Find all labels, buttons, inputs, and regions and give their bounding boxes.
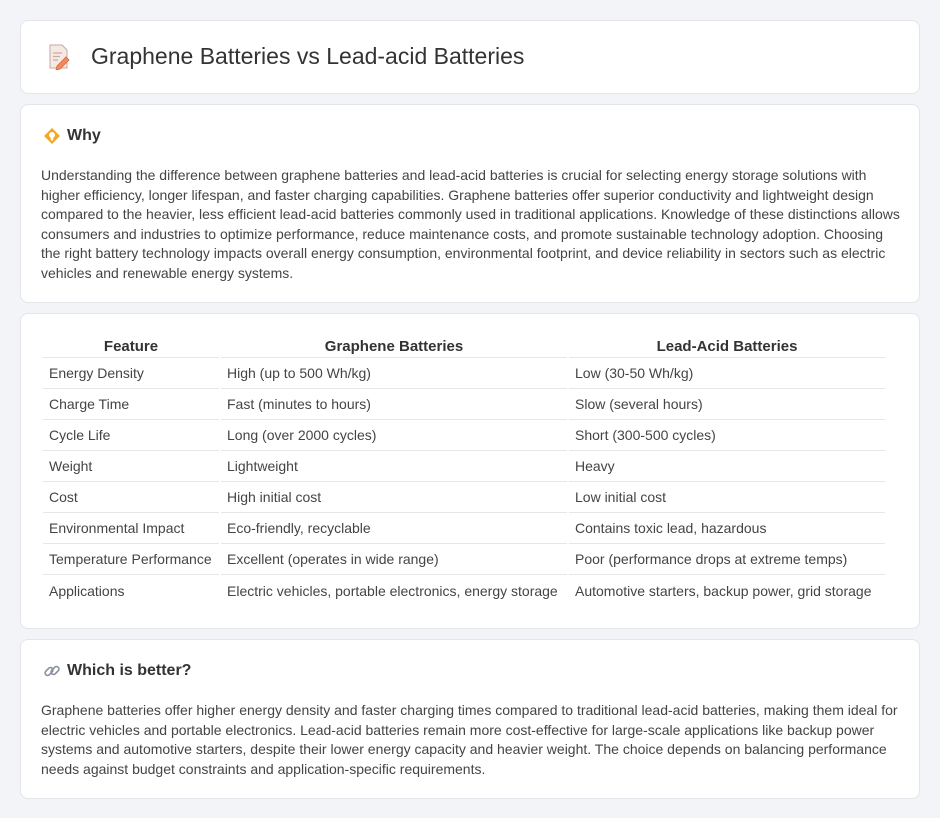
table-row: Applications Electric vehicles, portable… <box>43 575 885 606</box>
table-row: Charge Time Fast (minutes to hours) Slow… <box>43 389 885 420</box>
cell-lead-acid: Slow (several hours) <box>569 389 885 420</box>
cell-feature: Weight <box>43 451 219 482</box>
cell-lead-acid: Low initial cost <box>569 482 885 513</box>
cell-graphene: Fast (minutes to hours) <box>221 389 567 420</box>
better-heading-row: Which is better? <box>43 662 191 680</box>
which-is-better-section: Which is better? Graphene batteries offe… <box>20 639 920 799</box>
cell-graphene: High initial cost <box>221 482 567 513</box>
cell-graphene: Eco-friendly, recyclable <box>221 513 567 544</box>
cell-lead-acid: Poor (performance drops at extreme temps… <box>569 544 885 575</box>
why-title: Why <box>67 127 101 144</box>
table-row: Weight Lightweight Heavy <box>43 451 885 482</box>
why-section: Why Understanding the difference between… <box>20 104 920 303</box>
cell-feature: Energy Density <box>43 358 219 389</box>
cell-lead-acid: Automotive starters, backup power, grid … <box>575 582 872 599</box>
cell-lead-acid: Low (30-50 Wh/kg) <box>569 358 885 389</box>
title-card: Graphene Batteries vs Lead-acid Batterie… <box>20 20 920 94</box>
comparison-table-card: Feature Graphene Batteries Lead-Acid Bat… <box>20 313 920 629</box>
table-row: Environmental Impact Eco-friendly, recyc… <box>43 513 885 544</box>
cell-feature: Cost <box>43 482 219 513</box>
header-graphene: Graphene Batteries <box>221 336 567 358</box>
bulb-diamond-icon <box>44 128 60 144</box>
why-text: Understanding the difference between gra… <box>41 167 900 281</box>
cell-lead-acid: Contains toxic lead, hazardous <box>569 513 885 544</box>
cell-feature: Temperature Performance <box>43 544 219 575</box>
cell-graphene: High (up to 500 Wh/kg) <box>221 358 567 389</box>
table-row: Cost High initial cost Low initial cost <box>43 482 885 513</box>
table-row: Cycle Life Long (over 2000 cycles) Short… <box>43 420 885 451</box>
title-row: Graphene Batteries vs Lead-acid Batterie… <box>47 43 524 70</box>
cell-graphene: Excellent (operates in wide range) <box>221 544 567 575</box>
cell-graphene: Long (over 2000 cycles) <box>221 420 567 451</box>
page-title: Graphene Batteries vs Lead-acid Batterie… <box>91 43 525 69</box>
link-icon <box>44 665 60 677</box>
cell-lead-acid: Heavy <box>569 451 885 482</box>
cell-feature: Cycle Life <box>43 420 219 451</box>
cell-feature: Applications <box>49 582 125 599</box>
table-header-row: Feature Graphene Batteries Lead-Acid Bat… <box>43 336 885 358</box>
better-text: Graphene batteries offer higher energy d… <box>41 702 898 777</box>
cell-lead-acid: Short (300-500 cycles) <box>569 420 885 451</box>
comparison-table: Feature Graphene Batteries Lead-Acid Bat… <box>41 336 887 606</box>
cell-feature: Charge Time <box>43 389 219 420</box>
document-edit-icon <box>49 44 70 70</box>
better-title: Which is better? <box>67 662 192 679</box>
table-row: Energy Density High (up to 500 Wh/kg) Lo… <box>43 358 885 389</box>
cell-feature: Environmental Impact <box>43 513 219 544</box>
cell-graphene: Electric vehicles, portable electronics,… <box>227 582 558 599</box>
header-feature: Feature <box>43 336 219 358</box>
why-heading-row: Why <box>43 127 101 145</box>
table-row: Temperature Performance Excellent (opera… <box>43 544 885 575</box>
header-lead-acid: Lead-Acid Batteries <box>569 336 885 358</box>
cell-graphene: Lightweight <box>221 451 567 482</box>
